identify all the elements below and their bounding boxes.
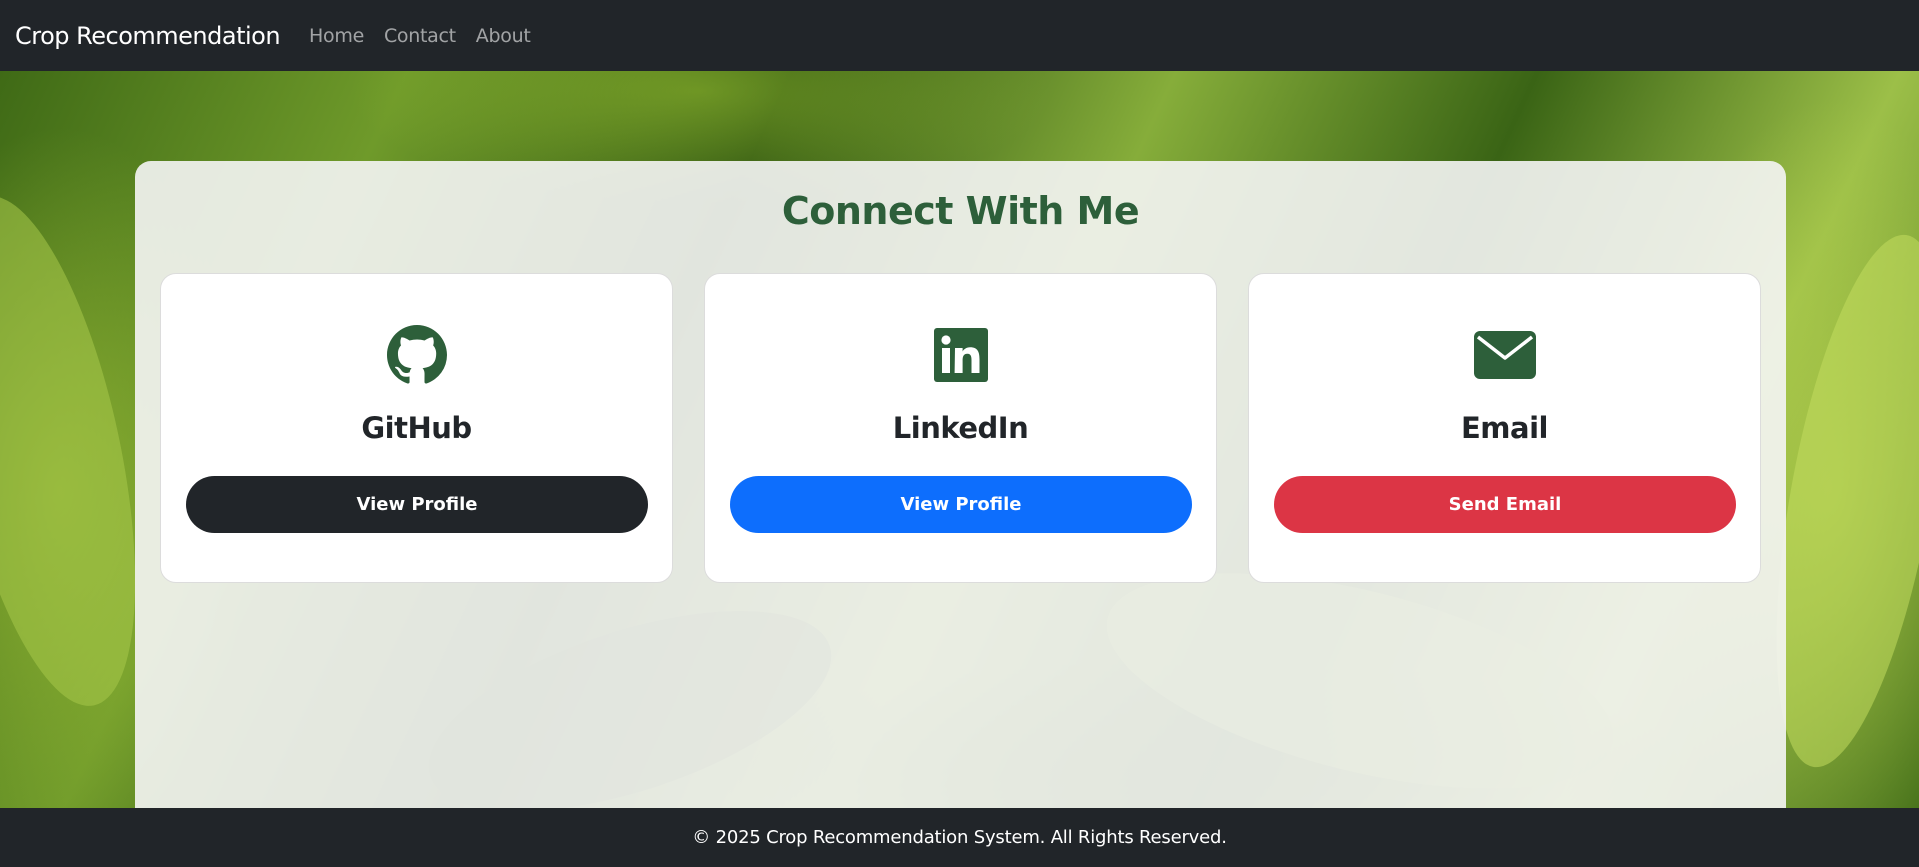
envelope-icon — [1473, 324, 1536, 386]
footer-copyright: © 2025 Crop Recommendation System. All R… — [692, 827, 1227, 848]
nav-link-about[interactable]: About — [476, 25, 531, 47]
send-email-button[interactable]: Send Email — [1274, 476, 1736, 533]
github-icon — [386, 324, 448, 386]
linkedin-view-profile-button[interactable]: View Profile — [730, 476, 1192, 533]
footer: © 2025 Crop Recommendation System. All R… — [0, 808, 1919, 867]
card-title-linkedin: LinkedIn — [892, 411, 1029, 445]
linkedin-card: LinkedIn View Profile — [704, 273, 1217, 583]
nav-link-home[interactable]: Home — [309, 25, 364, 47]
linkedin-icon — [930, 324, 992, 386]
nav-link-contact[interactable]: Contact — [384, 25, 456, 47]
page-title: Connect With Me — [781, 189, 1140, 233]
github-view-profile-button[interactable]: View Profile — [186, 476, 648, 533]
hero-background: Connect With Me GitHub View Profile Link… — [0, 71, 1919, 808]
card-title-github: GitHub — [361, 411, 472, 445]
navbar: Crop Recommendation Home Contact About — [0, 0, 1919, 71]
brand-link[interactable]: Crop Recommendation — [15, 22, 281, 50]
email-card: Email Send Email — [1248, 273, 1761, 583]
contact-panel: Connect With Me GitHub View Profile Link… — [135, 161, 1786, 808]
github-card: GitHub View Profile — [160, 273, 673, 583]
card-title-email: Email — [1461, 411, 1548, 445]
